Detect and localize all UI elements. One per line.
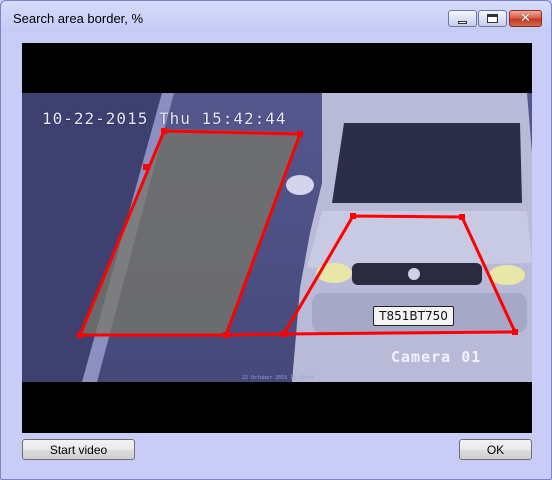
title-bar[interactable]: Search area border, % ✕ <box>1 1 551 33</box>
camera-label: Camera 01 <box>391 348 482 366</box>
license-plate: T851BT750 <box>373 306 454 326</box>
zone-handle[interactable] <box>459 214 465 220</box>
zone-handle[interactable] <box>223 332 229 338</box>
zone-handle[interactable] <box>161 128 167 134</box>
close-button[interactable]: ✕ <box>509 10 542 27</box>
zone-handle[interactable] <box>350 213 356 219</box>
scene-graphics <box>22 93 532 382</box>
zone-handle[interactable] <box>281 331 287 337</box>
zone-handle[interactable] <box>143 164 149 170</box>
start-video-button[interactable]: Start video <box>22 439 135 460</box>
minimize-button[interactable] <box>448 10 477 27</box>
close-icon: ✕ <box>520 11 531 26</box>
video-viewport[interactable]: T851BT750 10-22-2015 Thu 15:42:44 Camera… <box>22 43 532 433</box>
car-logo <box>408 268 420 280</box>
ok-button[interactable]: OK <box>459 439 532 460</box>
zone-handle[interactable] <box>297 131 303 137</box>
car-mirror <box>286 175 314 195</box>
camera-frame: T851BT750 10-22-2015 Thu 15:42:44 Camera… <box>22 93 532 382</box>
minimize-icon <box>458 20 467 24</box>
zone-connector <box>225 332 285 337</box>
window-title: Search area border, % <box>13 11 144 26</box>
zone-handle[interactable] <box>77 332 83 338</box>
maximize-button[interactable] <box>478 10 507 27</box>
video-footer-caption: 22 October 2015 15:42:44 <box>242 375 315 381</box>
headlight-right <box>489 265 525 285</box>
video-timestamp: 10-22-2015 Thu 15:42:44 <box>42 109 287 128</box>
car-windshield <box>332 123 522 203</box>
zone-handle[interactable] <box>512 329 518 335</box>
maximize-icon <box>487 14 498 23</box>
dialog-window: Search area border, % ✕ T851BT750 10-22-… <box>0 0 552 480</box>
